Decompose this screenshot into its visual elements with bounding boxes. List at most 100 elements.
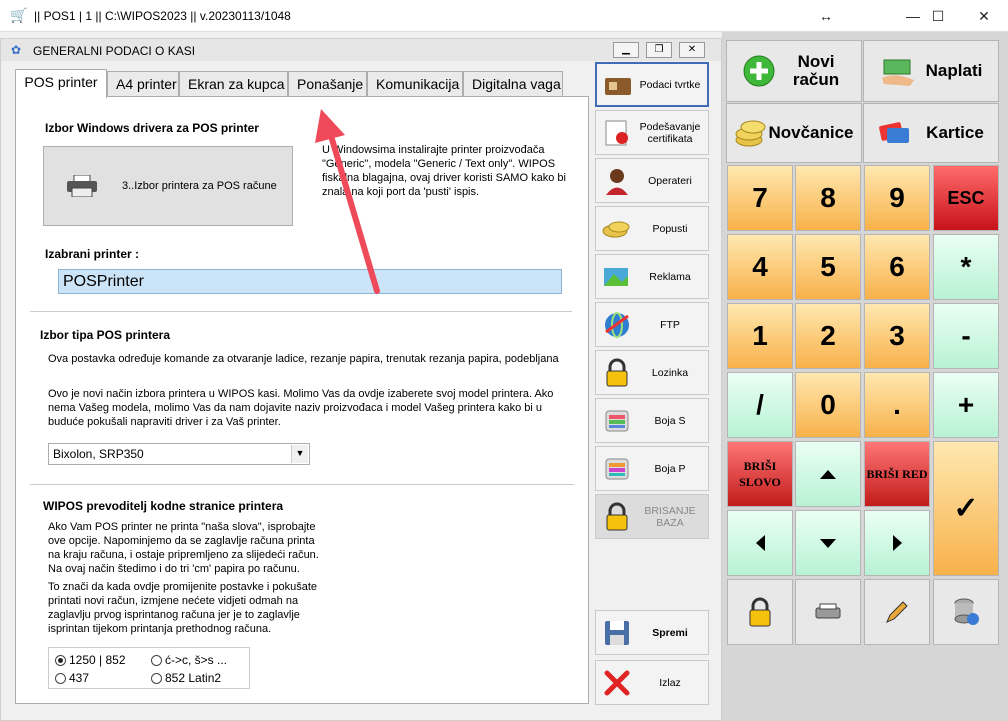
floppy-disk-icon bbox=[605, 621, 629, 645]
printer-type-heading: Izbor tipa POS printera bbox=[40, 328, 171, 342]
codepage-heading: WIPOS prevoditelj kodne stranice printer… bbox=[43, 499, 284, 513]
scanner-button[interactable] bbox=[795, 579, 861, 645]
divider bbox=[30, 311, 572, 312]
arrow-right-icon bbox=[892, 535, 902, 551]
radio-852-latin2[interactable]: 852 Latin2 bbox=[151, 671, 221, 685]
codepage-info-5: To znači da kada ovdje promijenite posta… bbox=[48, 581, 318, 593]
minus-key[interactable]: - bbox=[933, 303, 999, 369]
multiply-key[interactable]: * bbox=[933, 234, 999, 300]
user-icon bbox=[606, 169, 628, 195]
driver-heading: Izbor Windows drivera za POS printer bbox=[45, 121, 259, 135]
color-p-button[interactable]: Boja P bbox=[595, 446, 709, 491]
tab-ekran-za-kupca[interactable]: Ekran za kupca bbox=[179, 71, 288, 96]
arrow-up-button[interactable] bbox=[795, 441, 861, 507]
codepage-info-3: na kraju računa, i ostaje pripremljeno z… bbox=[48, 549, 319, 561]
database-button[interactable] bbox=[933, 579, 999, 645]
close-x-icon bbox=[604, 670, 630, 696]
ftp-button[interactable]: FTP bbox=[595, 302, 709, 347]
pay-button[interactable]: Naplati bbox=[863, 40, 999, 102]
key-1[interactable]: 1 bbox=[727, 303, 793, 369]
codepage-info-7: zaglavlju prvog isprintanog računa jer j… bbox=[48, 609, 300, 621]
dialog-close-button[interactable]: ✕ bbox=[679, 42, 705, 58]
delete-row-button[interactable]: BRIŠI RED bbox=[864, 441, 930, 507]
arrow-down-button[interactable] bbox=[795, 510, 861, 576]
maximize-button[interactable]: ☐ bbox=[918, 4, 958, 28]
arrow-down-icon bbox=[820, 538, 836, 548]
chevron-down-icon[interactable]: ▼ bbox=[291, 445, 308, 463]
key-3[interactable]: 3 bbox=[864, 303, 930, 369]
cards-button[interactable]: Kartice bbox=[863, 103, 999, 163]
arrow-right-button[interactable] bbox=[864, 510, 930, 576]
certificate-settings-button[interactable]: Podešavanje certifikata bbox=[595, 110, 709, 155]
divide-key[interactable]: / bbox=[727, 372, 793, 438]
arrow-left-button[interactable] bbox=[727, 510, 793, 576]
lock-icon bbox=[606, 502, 628, 531]
company-data-button[interactable]: Podaci tvrtke bbox=[595, 62, 709, 107]
password-button[interactable]: Lozinka bbox=[595, 350, 709, 395]
key-2[interactable]: 2 bbox=[795, 303, 861, 369]
operators-button[interactable]: Operateri bbox=[595, 158, 709, 203]
key-5[interactable]: 5 bbox=[795, 234, 861, 300]
arrow-up-icon bbox=[820, 469, 836, 479]
color-palette-icon bbox=[605, 410, 629, 432]
coins-icon bbox=[602, 221, 630, 238]
delete-databases-button[interactable]: BRISANJE BAZA bbox=[595, 494, 709, 539]
radio-1250-852[interactable]: 1250 | 852 bbox=[55, 653, 126, 667]
key-6[interactable]: 6 bbox=[864, 234, 930, 300]
resize-icon[interactable]: ↔ bbox=[806, 4, 846, 28]
key-0[interactable]: 0 bbox=[795, 372, 861, 438]
coins-icon bbox=[735, 120, 766, 147]
lock-icon bbox=[606, 358, 628, 387]
cart-icon: 🛒 bbox=[10, 7, 28, 23]
certificate-icon bbox=[605, 120, 628, 146]
window-title: || POS1 | 1 || C:\WIPOS2023 || v.2023011… bbox=[34, 9, 291, 23]
cash-hand-icon bbox=[881, 59, 914, 86]
tab-komunikacija[interactable]: Komunikacija bbox=[367, 71, 463, 96]
advertising-button[interactable]: Reklama bbox=[595, 254, 709, 299]
pos-keypad: Novi račun Naplati Novčanice Kartice 7 8… bbox=[722, 32, 1008, 721]
tab-a4-printer[interactable]: A4 printer bbox=[107, 71, 179, 96]
key-7[interactable]: 7 bbox=[727, 165, 793, 231]
edit-button[interactable] bbox=[864, 579, 930, 645]
printer-type-info: Ova postavka određuje komande za otvaran… bbox=[48, 353, 559, 365]
printer-icon bbox=[67, 175, 97, 197]
codepage-info-2: ove opcije. Napominjemo da se zaglavlje … bbox=[48, 535, 315, 547]
select-printer-label: 3..Izbor printera za POS račune bbox=[122, 180, 277, 192]
dialog-restore-button[interactable]: ❐ bbox=[646, 42, 672, 58]
tab-pos-printer[interactable]: POS printer bbox=[15, 69, 107, 98]
lock-icon bbox=[749, 597, 771, 627]
scanner-icon bbox=[815, 603, 841, 619]
escape-button[interactable]: ESC bbox=[933, 165, 999, 231]
key-8[interactable]: 8 bbox=[795, 165, 861, 231]
new-receipt-button[interactable]: Novi račun bbox=[726, 40, 862, 102]
dialog-minimize-button[interactable]: ▁ bbox=[613, 42, 639, 58]
plus-key[interactable]: + bbox=[933, 372, 999, 438]
exit-button[interactable]: Izlaz bbox=[595, 660, 709, 705]
key-9[interactable]: 9 bbox=[864, 165, 930, 231]
confirm-button[interactable]: ✓ bbox=[933, 441, 999, 576]
company-card-icon bbox=[605, 78, 631, 95]
discounts-button[interactable]: Popusti bbox=[595, 206, 709, 251]
banknotes-button[interactable]: Novčanice bbox=[726, 103, 862, 163]
close-button[interactable]: ✕ bbox=[964, 4, 1004, 28]
key-4[interactable]: 4 bbox=[727, 234, 793, 300]
printer-model-value: Bixolon, SRP350 bbox=[53, 447, 144, 461]
database-icon bbox=[954, 598, 979, 625]
radio-437[interactable]: 437 bbox=[55, 671, 89, 685]
color-s-button[interactable]: Boja S bbox=[595, 398, 709, 443]
globe-icon bbox=[605, 312, 629, 338]
printer-model-select[interactable]: Bixolon, SRP350 ▼ bbox=[48, 443, 310, 465]
divider bbox=[30, 484, 574, 485]
printer-type-info-2a: Ovo je novi način izbora printera u WIPO… bbox=[48, 388, 554, 400]
save-button[interactable]: Spremi bbox=[595, 610, 709, 655]
decimal-point-key[interactable]: . bbox=[864, 372, 930, 438]
lock-button[interactable] bbox=[727, 579, 793, 645]
tab-ponasanje[interactable]: Ponašanje bbox=[288, 71, 367, 96]
dialog-app-icon: ✿ bbox=[11, 43, 22, 57]
select-printer-button[interactable]: 3..Izbor printera za POS račune bbox=[43, 146, 293, 226]
radio-convert-ascii[interactable]: ć->c, š>s ... bbox=[151, 653, 227, 667]
codepage-info-4: Na ovaj način štedimo i do tri 'cm' papi… bbox=[48, 563, 300, 575]
delete-char-button[interactable]: BRIŠI SLOVO bbox=[727, 441, 793, 507]
annotation-arrow bbox=[315, 109, 380, 294]
tab-digitalna-vaga[interactable]: Digitalna vaga bbox=[463, 71, 563, 96]
